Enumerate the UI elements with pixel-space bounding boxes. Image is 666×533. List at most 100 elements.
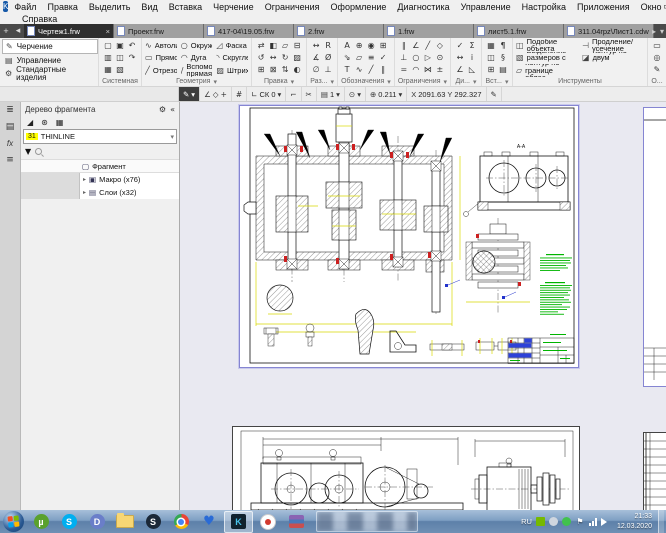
ribbon-tool-icon[interactable]: ◠ (410, 63, 422, 75)
ribbon-tool-icon[interactable]: ▭ (651, 39, 663, 51)
ribbon-tool-icon[interactable]: ▷ (422, 51, 434, 63)
menu-item[interactable]: Управление (461, 2, 511, 12)
document-tab[interactable]: лист5.1.frw × (474, 24, 564, 38)
ribbon-mode-tab[interactable]: ⚙ Стандартные изделия (2, 67, 98, 80)
network-icon[interactable] (589, 518, 597, 526)
explorer-taskbar-icon[interactable] (111, 511, 139, 532)
panel-tool-image-icon[interactable]: ▦ (56, 118, 64, 127)
ribbon-tool-icon[interactable]: ∠ (410, 39, 422, 51)
ribbon-button[interactable]: ◪ Контур по двум контурам (582, 52, 644, 65)
ribbon-button[interactable]: ▧ Выделение размеров с ру... (516, 52, 578, 65)
menu-item[interactable]: Ограничения (265, 2, 320, 12)
menu-item[interactable]: Диагностика (397, 2, 449, 12)
ribbon-tool-icon[interactable]: ⊥ (322, 63, 334, 75)
variables-panel-icon[interactable]: fx (7, 139, 13, 148)
clock[interactable]: 21:33 12.03.2020 (617, 512, 652, 530)
ribbon-tool-icon[interactable]: А (341, 39, 353, 51)
grid-toggle[interactable]: # (232, 87, 247, 101)
utorrent-taskbar-icon[interactable]: µ (27, 511, 55, 532)
ribbon-tool-icon[interactable]: ± (434, 63, 446, 75)
group-expand-icon[interactable]: ▾ (473, 78, 477, 86)
ribbon-tool-icon[interactable]: ▦ (485, 39, 497, 51)
style-picker-button[interactable]: ✎ (487, 87, 502, 101)
document-tab[interactable]: 1.frw × (384, 24, 474, 38)
group-expand-icon[interactable]: ▾ (291, 78, 295, 86)
ribbon-button[interactable]: ▭ Прямоугольник (145, 52, 177, 65)
ribbon-tool-icon[interactable]: ⊞ (255, 63, 267, 75)
group-expand-icon[interactable]: ▾ (213, 78, 217, 86)
ribbon-tool-icon[interactable]: ⊠ (267, 63, 279, 75)
group-expand-icon[interactable]: ▾ (443, 78, 447, 86)
document-tab[interactable]: Проект.frw × (114, 24, 204, 38)
group-expand-icon[interactable]: ▾ (505, 78, 509, 86)
ribbon-tool-icon[interactable]: ⊞ (485, 63, 497, 75)
menu-item[interactable]: Приложения (577, 2, 630, 12)
ribbon-tool-icon[interactable]: Σ (466, 39, 478, 51)
ribbon-tool-icon[interactable]: R (322, 39, 334, 51)
panel-tool-draw-icon[interactable]: ◢ (27, 118, 33, 127)
line-style-select[interactable]: 31 THINLINE ▾ (23, 129, 177, 144)
layers-panel-icon[interactable]: ▤ (6, 122, 15, 132)
flag-tray-icon[interactable]: ⚑ (575, 517, 585, 527)
ribbon-tool-icon[interactable]: ⇄ (255, 39, 267, 51)
document-tab[interactable]: 311.04rpz\Лист1.cdw × (564, 24, 654, 38)
ribbon-button[interactable]: ∕ Вспомогатель... прямая (181, 64, 213, 77)
snap-icon[interactable]: ◇ (213, 90, 219, 99)
new-tab-button[interactable]: + (0, 24, 12, 38)
sheet-assembly-drawing[interactable]: А-А (239, 105, 579, 368)
style-pen-button[interactable]: ✎ ▾ (179, 87, 200, 101)
ribbon-tool-icon[interactable]: ¶ (497, 39, 509, 51)
nvidia-tray-icon[interactable] (536, 517, 545, 526)
system-tool-icon[interactable]: ▣ (114, 39, 126, 51)
expand-icon[interactable]: ▸ (83, 189, 86, 196)
tab-overflow-icon[interactable]: ▾ (660, 27, 664, 36)
corner-snap-button[interactable]: ⌐ (286, 87, 301, 101)
ribbon-button[interactable]: ◠ Дуга (181, 52, 213, 65)
ribbon-tool-icon[interactable]: ◇ (434, 39, 446, 51)
ribbon-tool-icon[interactable]: ↔ (267, 51, 279, 63)
menu-item[interactable]: Вид (141, 2, 157, 12)
ribbon-tool-icon[interactable]: ✓ (377, 51, 389, 63)
ribbon-tool-icon[interactable]: ▤ (497, 63, 509, 75)
ribbon-tool-icon[interactable]: ↻ (279, 51, 291, 63)
panel-tool-options-icon[interactable]: ⊛ (41, 118, 48, 127)
ribbon-tool-icon[interactable]: ✎ (651, 63, 663, 75)
ribbon-tool-icon[interactable]: Т (341, 63, 353, 75)
system-tool-icon[interactable]: ▥ (102, 51, 114, 63)
ribbon-tool-icon[interactable]: ▱ (353, 51, 365, 63)
ribbon-tool-icon[interactable]: ∥ (377, 63, 389, 75)
skype-taskbar-icon[interactable]: S (55, 511, 83, 532)
ribbon-tool-icon[interactable]: i (466, 51, 478, 63)
menu-item[interactable]: Черчение (213, 2, 254, 12)
document-tab[interactable]: 2.frw × (294, 24, 384, 38)
volume-icon[interactable] (601, 518, 611, 526)
show-desktop-button[interactable] (658, 510, 664, 533)
ribbon-button[interactable]: ◿ Фаска (216, 39, 248, 52)
coordinate-system-select[interactable]: ∟ СК 0 ▾ (247, 87, 286, 101)
menu-item[interactable]: Правка (47, 2, 77, 12)
ribbon-tool-icon[interactable]: ⊟ (291, 39, 303, 51)
layer-select[interactable]: ▤ 1 ▾ (317, 87, 345, 101)
system-tool-icon[interactable]: ▦ (102, 63, 114, 75)
winrar-taskbar-icon[interactable] (282, 511, 310, 532)
ribbon-tool-icon[interactable]: ◐ (291, 63, 303, 75)
ribbon-tool-icon[interactable]: ∡ (310, 51, 322, 63)
ribbon-button[interactable]: ▱ Контур по границе облас... (516, 64, 578, 77)
discord-taskbar-icon[interactable]: D (83, 511, 111, 532)
steam-taskbar-icon[interactable]: S (139, 511, 167, 532)
expand-icon[interactable]: ▸ (83, 176, 86, 183)
chrome-taskbar-icon[interactable] (167, 511, 195, 532)
ribbon-tool-icon[interactable]: ⋈ (422, 63, 434, 75)
document-tab[interactable]: 417-04\19.05.frw × (204, 24, 294, 38)
ribbon-tool-icon[interactable]: ◺ (466, 63, 478, 75)
drawing-canvas[interactable]: А-А (180, 102, 666, 512)
health-app-taskbar-icon[interactable]: ♥ (195, 511, 223, 532)
ribbon-button[interactable]: ◫ Подобие объекта (516, 39, 578, 52)
layout-single-icon[interactable]: ▭ (662, 2, 666, 12)
ribbon-tool-icon[interactable]: ⊥ (398, 51, 410, 63)
collapse-panel-icon[interactable]: « (170, 105, 175, 114)
ribbon-button[interactable]: ▨ Штриховка (216, 64, 248, 77)
menu-item[interactable]: Окно (641, 2, 662, 12)
ribbon-tool-icon[interactable]: ◉ (365, 39, 377, 51)
search-icon[interactable] (35, 148, 42, 155)
